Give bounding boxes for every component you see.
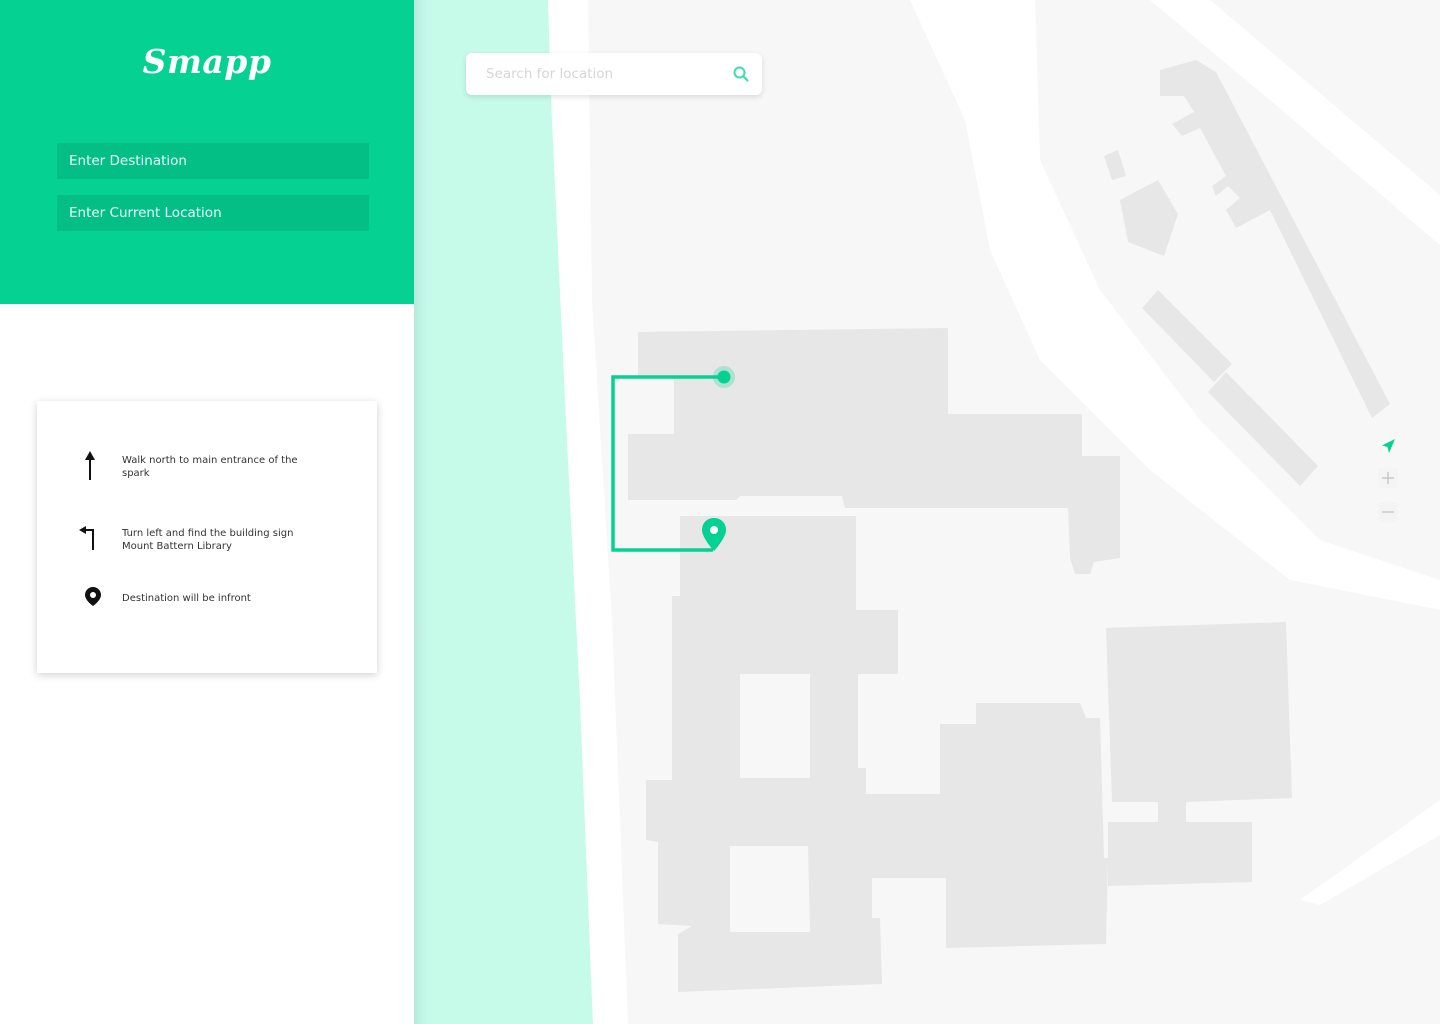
turn-left-icon [79, 526, 94, 550]
search-input[interactable] [466, 53, 716, 95]
search-icon[interactable] [732, 65, 750, 83]
minus-icon [1382, 511, 1394, 513]
direction-step-text: Turn left and find the building sign Mou… [122, 528, 294, 552]
location-pin-icon [85, 587, 101, 606]
navigation-arrow-icon [1382, 439, 1395, 453]
destination-input[interactable] [57, 143, 369, 179]
direction-step-text: Walk north to main entrance of the spark [122, 455, 298, 479]
map-canvas [414, 0, 1440, 1024]
app-logo: Smapp [142, 42, 272, 81]
directions-card: Walk north to main entrance of the spark… [37, 401, 377, 673]
map-view[interactable] [414, 0, 1440, 1024]
direction-step-text: Destination will be infront [122, 593, 251, 604]
current-location-dot [717, 370, 731, 384]
sidebar: Smapp Walk north to main entrance of the… [0, 0, 414, 1024]
sidebar-header: Smapp [0, 0, 414, 304]
locate-me-button[interactable] [1378, 436, 1398, 456]
arrow-up-icon [85, 451, 95, 480]
current-location-input[interactable] [57, 195, 369, 231]
sidebar-shadow [414, 0, 428, 1024]
zoom-out-button[interactable] [1378, 502, 1398, 522]
map-search-bar [466, 53, 762, 95]
zoom-in-button[interactable] [1378, 468, 1398, 488]
plus-icon [1382, 472, 1394, 484]
